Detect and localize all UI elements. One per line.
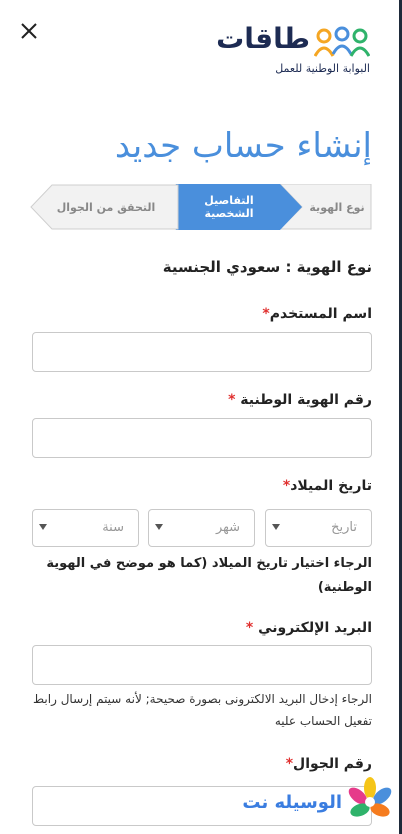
step-label: التحقق من الجوال [56,200,156,214]
birthdate-note: الرجاء اختيار تاريخ الميلاد (كما هو موضح… [46,556,372,595]
birth-day-placeholder: تاريخ [331,520,357,535]
step-mobile-verification: التحقق من الجوال [30,184,180,230]
birth-year-placeholder: سنة [102,520,124,535]
birth-month-select[interactable]: شهر [148,509,255,547]
watermark-text: الوسيله نت [242,792,342,813]
birthdate-label-text: تاريخ الميلاد [290,478,372,494]
username-input[interactable] [32,332,372,372]
required-mark: * [262,306,270,322]
birth-day-select[interactable]: تاريخ [265,509,372,547]
registration-stepper: نوع الهوية التفاصيل الشخصية التحقق من ال… [30,184,372,230]
close-icon [21,23,37,39]
username-label: اسم المستخدم* [262,306,372,322]
caret-down-icon [155,524,163,530]
logo-tagline: البوابة الوطنية للعمل [275,62,370,75]
mobile-label-text: رقم الجوال [293,756,372,772]
page-title: إنشاء حساب جديد [114,126,372,166]
email-label-text: البريد الإلكتروني [258,620,372,636]
required-mark: * [228,392,236,408]
people-group-icon [314,26,370,57]
required-mark: * [285,756,294,772]
flower-icon [348,777,392,817]
national-id-label: رقم الهوية الوطنية * [228,392,372,408]
birthdate-label: تاريخ الميلاد* [283,478,372,494]
email-note: الرجاء إدخال البريد الالكترونى بصورة صحي… [33,692,372,728]
email-input[interactable] [32,645,372,685]
id-type-text: نوع الهوية : سعودي الجنسية [162,258,372,276]
step-label: التفاصيل الشخصية [204,194,254,220]
watermark: الوسيله نت [238,776,394,826]
caret-down-icon [39,524,47,530]
national-id-label-text: رقم الهوية الوطنية [240,392,372,408]
logo-name: طاقات [216,22,310,55]
step-label: نوع الهوية [309,200,365,214]
birth-month-placeholder: شهر [215,520,240,535]
close-button[interactable] [18,20,40,42]
birth-year-select[interactable]: سنة [32,509,139,547]
mobile-label: رقم الجوال* [286,756,372,772]
taqat-logo: طاقات البوابة الوطنية للعمل [194,22,370,82]
national-id-input[interactable] [32,418,372,458]
required-mark: * [245,620,254,636]
email-label: البريد الإلكتروني * [246,620,372,636]
username-label-text: اسم المستخدم [269,306,372,322]
caret-down-icon [272,524,280,530]
